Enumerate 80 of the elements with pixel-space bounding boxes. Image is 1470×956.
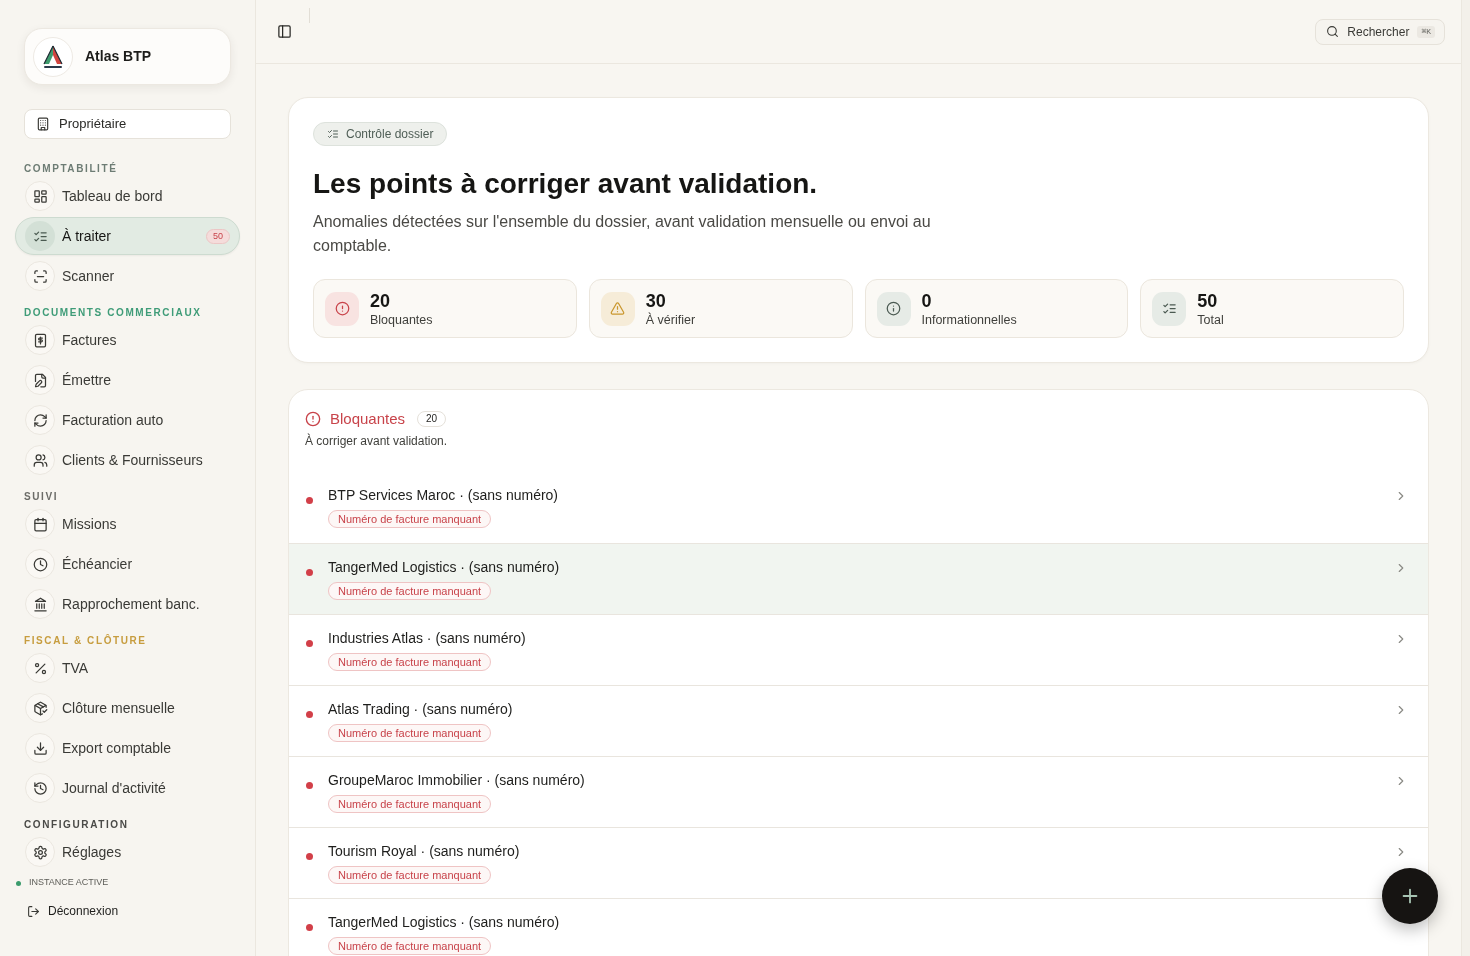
download-icon [25, 733, 55, 763]
nav-item[interactable]: TVA [15, 649, 240, 687]
nav-item[interactable]: Clôture mensuelle [15, 689, 240, 727]
issue-tag: Numéro de facture manquant [328, 724, 492, 742]
section-heading: CONFIGURATION [24, 818, 130, 832]
issue-tag: Numéro de facture manquant [328, 937, 492, 955]
stat-value: 30 [645, 289, 667, 312]
checklist-icon [327, 128, 339, 140]
page-title: Les points à corriger avant validation. [313, 167, 819, 201]
stat-label: À vérifier [645, 311, 696, 328]
nav-item[interactable]: Échéancier [15, 545, 240, 583]
history-icon [25, 773, 55, 803]
instance-status: INSTANCE ACTIVE [29, 876, 109, 890]
nav-item[interactable]: Missions [15, 505, 240, 543]
page-description: Anomalies détectées sur l'ensemble du dossier, avant validation mensuelle ou envoi au comptable. [313, 212, 932, 256]
percent-icon [25, 653, 55, 683]
section-heading: SUIVI [24, 490, 60, 504]
role-selector[interactable]: Propriétaire [24, 109, 231, 139]
nav-item[interactable]: Émettre [15, 361, 240, 399]
section-subtitle: À corriger avant validation. [305, 433, 449, 449]
scan-icon [25, 261, 55, 291]
stat-value: 50 [1197, 289, 1219, 312]
search-icon [1326, 25, 1340, 38]
issue-title: TangerMed Logistics · (sans numéro) [328, 913, 560, 932]
search-button[interactable]: Rechercher ⌘K [1315, 18, 1445, 45]
info-icon [876, 291, 911, 326]
stat-label: Total [1197, 311, 1224, 328]
issue-tag: Numéro de facture manquant [328, 795, 492, 813]
issue-title: Atlas Trading · (sans numéro) [328, 700, 513, 719]
dollar-document-icon [25, 325, 55, 355]
settings-icon [25, 837, 55, 867]
bank-icon [25, 589, 55, 619]
stat-value: 20 [370, 289, 392, 312]
checklist-icon [25, 221, 55, 251]
nav-item[interactable]: Export comptable [15, 729, 240, 767]
nav-item[interactable]: Scanner [15, 257, 240, 295]
issue-title: GroupeMaroc Immobilier · (sans numéro) [328, 771, 585, 790]
building-icon [36, 117, 50, 131]
clock-icon [25, 549, 55, 579]
shortcut-key: ⌘K [1417, 25, 1435, 38]
issue-row[interactable]: TangerMed Logistics · (sans numéro) Numéro de facture manquant [289, 543, 1428, 614]
nav-item[interactable]: Facturation auto [15, 401, 240, 439]
section-heading: COMPTABILITÉ [24, 162, 119, 176]
section-heading: DOCUMENTS COMMERCIAUX [24, 306, 203, 320]
nav-item[interactable]: Rapprochement banc. [15, 585, 240, 623]
nav-item[interactable]: À traiter 50 [15, 217, 240, 255]
nav-item[interactable]: Journal d'activité [15, 769, 240, 807]
checklist-icon [1152, 291, 1187, 326]
section-heading: FISCAL & CLÔTURE [24, 634, 148, 648]
workspace-button[interactable]: Atlas BTP [24, 28, 231, 85]
issue-title: Tourism Royal · (sans numéro) [328, 842, 520, 861]
issue-tag: Numéro de facture manquant [328, 653, 492, 671]
grid-icon [25, 181, 55, 211]
stat-label: Informationnelles [921, 311, 1017, 328]
chip-label: Contrôle dossier [346, 126, 434, 143]
issue-title: Industries Atlas · (sans numéro) [328, 629, 526, 648]
sidebar-panel-icon [277, 24, 292, 39]
warning-triangle-icon [600, 291, 635, 326]
count-badge: 50 [206, 228, 230, 244]
logout-link[interactable]: Déconnexion [24, 902, 119, 920]
logout-icon [27, 904, 40, 918]
document-pen-icon [25, 365, 55, 395]
calendar-icon [25, 509, 55, 539]
issue-tag: Numéro de facture manquant [328, 582, 492, 600]
refresh-icon [25, 405, 55, 435]
nav-item[interactable]: Factures [15, 321, 240, 359]
section-title: Bloquantes [330, 408, 406, 429]
alert-circle-icon [305, 411, 321, 427]
nav-item[interactable]: Clients & Fournisseurs [15, 441, 240, 479]
package-check-icon [25, 693, 55, 723]
logo-icon [33, 36, 73, 77]
issue-tag: Numéro de facture manquant [328, 866, 492, 884]
issue-title: TangerMed Logistics · (sans numéro) [328, 558, 560, 577]
stat-value: 0 [921, 289, 933, 312]
issue-title: BTP Services Maroc · (sans numéro) [328, 486, 559, 505]
users-icon [25, 445, 55, 475]
stat-label: Bloquantes [370, 311, 433, 328]
nav-item[interactable]: Réglages [15, 833, 240, 871]
nav-item[interactable]: Tableau de bord [15, 177, 240, 215]
issue-tag: Numéro de facture manquant [328, 510, 492, 528]
